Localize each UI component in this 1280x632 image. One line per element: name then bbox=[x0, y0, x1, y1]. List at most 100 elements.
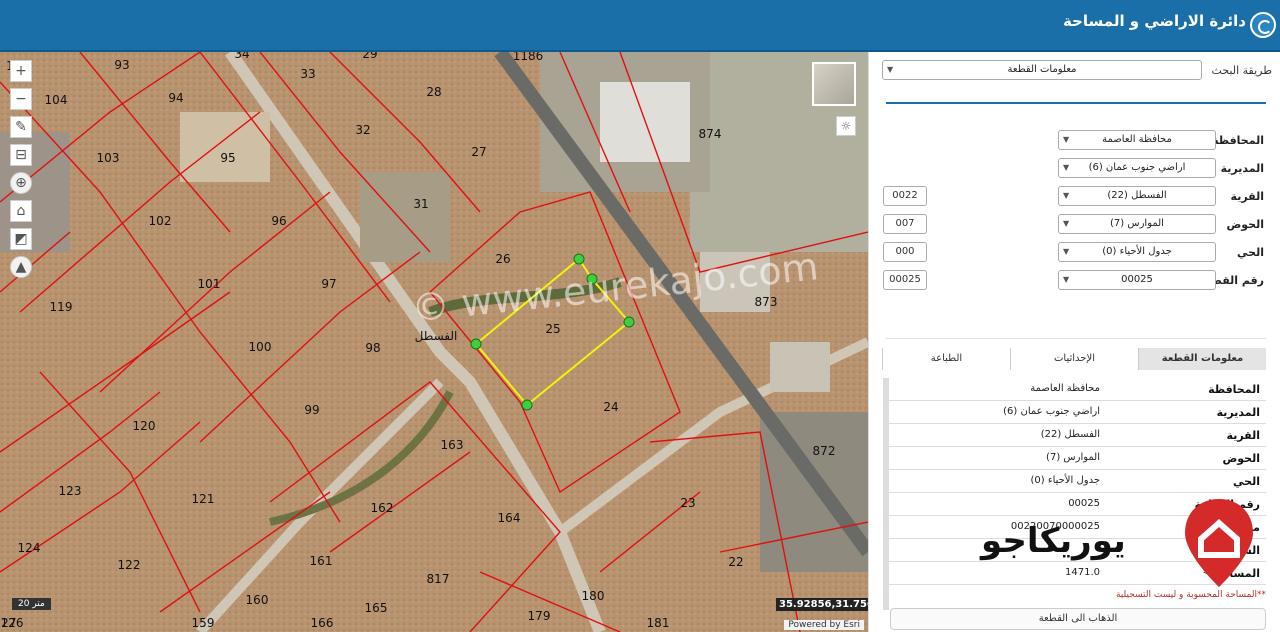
compass-icon[interactable]: ▲ bbox=[10, 256, 32, 278]
plot-number-label: 34 bbox=[234, 52, 249, 61]
draw-pencil-icon[interactable]: ✎ bbox=[10, 116, 32, 138]
form-field-value: الموارس (7) bbox=[1110, 218, 1164, 229]
zoom-out-button[interactable]: − bbox=[10, 88, 32, 110]
basemap-toggle-button[interactable] bbox=[812, 62, 856, 106]
plot-number-label: 160 bbox=[246, 593, 269, 607]
map-view[interactable]: 93 34 33 29 1186 104 94 28 32 874 103 95 27 102 31 96 26… bbox=[0, 52, 868, 632]
plot-number-label: 32 bbox=[355, 123, 370, 137]
form-field-select[interactable]: الموارس (7) ▼ bbox=[1058, 214, 1216, 234]
info-row: المحافظة محافظة العاصمة bbox=[886, 378, 1266, 401]
plot-number-label: 179 bbox=[528, 609, 551, 623]
plot-number-label: 24 bbox=[603, 400, 618, 414]
plot-number-label: 94 bbox=[168, 91, 183, 105]
plot-number-label: 872 bbox=[813, 444, 836, 458]
locate-crosshair-icon[interactable]: ⊕ bbox=[10, 172, 32, 194]
plot-number-label: 101 bbox=[198, 277, 221, 291]
side-panel: طريقة البحث معلومات القطعة ▼ المحافظة محا… bbox=[868, 52, 1280, 632]
plot-number-label: الفسطل bbox=[415, 329, 458, 343]
divider bbox=[886, 102, 1266, 104]
extent-map-icon[interactable]: ◩ bbox=[10, 228, 32, 250]
info-scrollbar[interactable] bbox=[883, 378, 889, 610]
info-row: الحي جدول الأحياء (0) bbox=[886, 470, 1266, 493]
form-field-label: الحوض bbox=[1226, 218, 1264, 231]
form-field-select[interactable]: جدول الأحياء (0) ▼ bbox=[1058, 242, 1216, 262]
chevron-down-icon: ▼ bbox=[1063, 219, 1070, 228]
aerial-map[interactable]: 93 34 33 29 1186 104 94 28 32 874 103 95 27 102 31 96 26… bbox=[0, 52, 868, 632]
form-field-select[interactable]: اراضي جنوب عمان (6) ▼ bbox=[1058, 158, 1216, 178]
eurekajo-brand-text: يوريكاجو bbox=[981, 521, 1127, 561]
plot-number-label: 162 bbox=[371, 501, 394, 515]
form-field-label: المديرية bbox=[1220, 162, 1264, 175]
form-field-select[interactable]: الفسطل (22) ▼ bbox=[1058, 186, 1216, 206]
code-input[interactable]: 007 bbox=[883, 214, 927, 234]
plot-number-label: 23 bbox=[680, 496, 695, 510]
app-title: دائرة الاراضي و المساحة bbox=[1062, 12, 1246, 30]
coordinate-readout: 35.92856,31.75610 bbox=[776, 598, 868, 611]
plot-number-label: 22 bbox=[728, 555, 743, 569]
code-input[interactable]: 000 bbox=[883, 242, 927, 262]
info-key: القرية bbox=[1226, 429, 1260, 442]
info-value: اراضي جنوب عمان (6) bbox=[1003, 406, 1100, 417]
tab-print[interactable]: الطباعة bbox=[882, 348, 1010, 370]
plot-number-label: 161 bbox=[310, 554, 333, 568]
form-field-select[interactable]: محافظة العاصمة ▼ bbox=[1058, 130, 1216, 150]
code-input[interactable]: 00025 bbox=[883, 270, 927, 290]
plot-number-label: 164 bbox=[498, 511, 521, 525]
go-to-parcel-button[interactable]: الذهاب الى القطعة bbox=[890, 608, 1266, 630]
vertex-handle[interactable] bbox=[623, 316, 635, 328]
plot-number-label: 28 bbox=[426, 85, 441, 99]
map-toolbar: + − ✎ ⊟ ⊕ ⌂ ◩ ▲ bbox=[10, 60, 32, 284]
plot-number-label: 181 bbox=[647, 616, 670, 630]
chevron-down-icon: ▼ bbox=[1063, 135, 1070, 144]
info-value: الموارس (7) bbox=[1046, 452, 1100, 463]
chevron-down-icon: ▼ bbox=[1063, 247, 1070, 256]
info-row: القرية الفسطل (22) bbox=[886, 424, 1266, 447]
plot-number-label: 98 bbox=[365, 341, 380, 355]
plot-number-label: 163 bbox=[441, 438, 464, 452]
plot-number-label: 102 bbox=[149, 214, 172, 228]
chevron-down-icon: ▼ bbox=[1063, 163, 1070, 172]
tab-coordinates[interactable]: الإحداثيات bbox=[1010, 348, 1138, 370]
tab-parcel-info[interactable]: معلومات القطعة bbox=[1138, 348, 1266, 370]
plot-number-label: 99 bbox=[304, 403, 319, 417]
plot-number-label: 127 bbox=[0, 616, 16, 630]
plot-number-label: 166 bbox=[311, 616, 334, 630]
eurekajo-logo-icon bbox=[1185, 499, 1253, 587]
plot-number-label: 26 bbox=[495, 252, 510, 266]
form-field-label: المحافظة bbox=[1212, 134, 1264, 147]
form-field-value: 00025 bbox=[1121, 274, 1153, 285]
form-field-label: القرية bbox=[1230, 190, 1264, 203]
plot-number-label: 1186 bbox=[513, 52, 544, 63]
form-field-value: الفسطل (22) bbox=[1107, 190, 1167, 201]
vertex-handle[interactable] bbox=[573, 253, 585, 265]
plot-number-label: 124 bbox=[18, 541, 41, 555]
info-row: الحوض الموارس (7) bbox=[886, 447, 1266, 470]
plot-number-label: 123 bbox=[59, 484, 82, 498]
app-header: دائرة الاراضي و المساحة bbox=[0, 0, 1280, 52]
plot-number-label: 96 bbox=[271, 214, 286, 228]
plot-number-label: 95 bbox=[220, 151, 235, 165]
form-field-select[interactable]: 00025 ▼ bbox=[1058, 270, 1216, 290]
zoom-in-button[interactable]: + bbox=[10, 60, 32, 82]
plot-number-label: 180 bbox=[582, 589, 605, 603]
dls-logo bbox=[1250, 12, 1276, 38]
plot-number-label: 25 bbox=[545, 322, 560, 336]
plot-number-label: 100 bbox=[249, 340, 272, 354]
home-icon[interactable]: ⌂ bbox=[10, 200, 32, 222]
vertex-handle[interactable] bbox=[521, 399, 533, 411]
plot-number-label: 121 bbox=[192, 492, 215, 506]
sun-icon[interactable]: ☼ bbox=[836, 116, 856, 136]
info-key: المديرية bbox=[1216, 406, 1260, 419]
info-key: الحوض bbox=[1222, 452, 1260, 465]
measure-ruler-icon[interactable]: ⊟ bbox=[10, 144, 32, 166]
code-input[interactable]: 0022 bbox=[883, 186, 927, 206]
form-field-value: اراضي جنوب عمان (6) bbox=[1088, 162, 1186, 173]
divider bbox=[886, 338, 1266, 339]
search-method-select[interactable]: معلومات القطعة ▼ bbox=[882, 60, 1202, 80]
vertex-handle[interactable] bbox=[470, 338, 482, 350]
esri-attribution: Powered by Esri bbox=[784, 620, 864, 630]
scale-bar: 20 متر bbox=[12, 598, 51, 610]
info-value: جدول الأحياء (0) bbox=[1030, 475, 1101, 486]
plot-number-label: 159 bbox=[192, 616, 215, 630]
form-field-value: جدول الأحياء (0) bbox=[1102, 246, 1172, 257]
